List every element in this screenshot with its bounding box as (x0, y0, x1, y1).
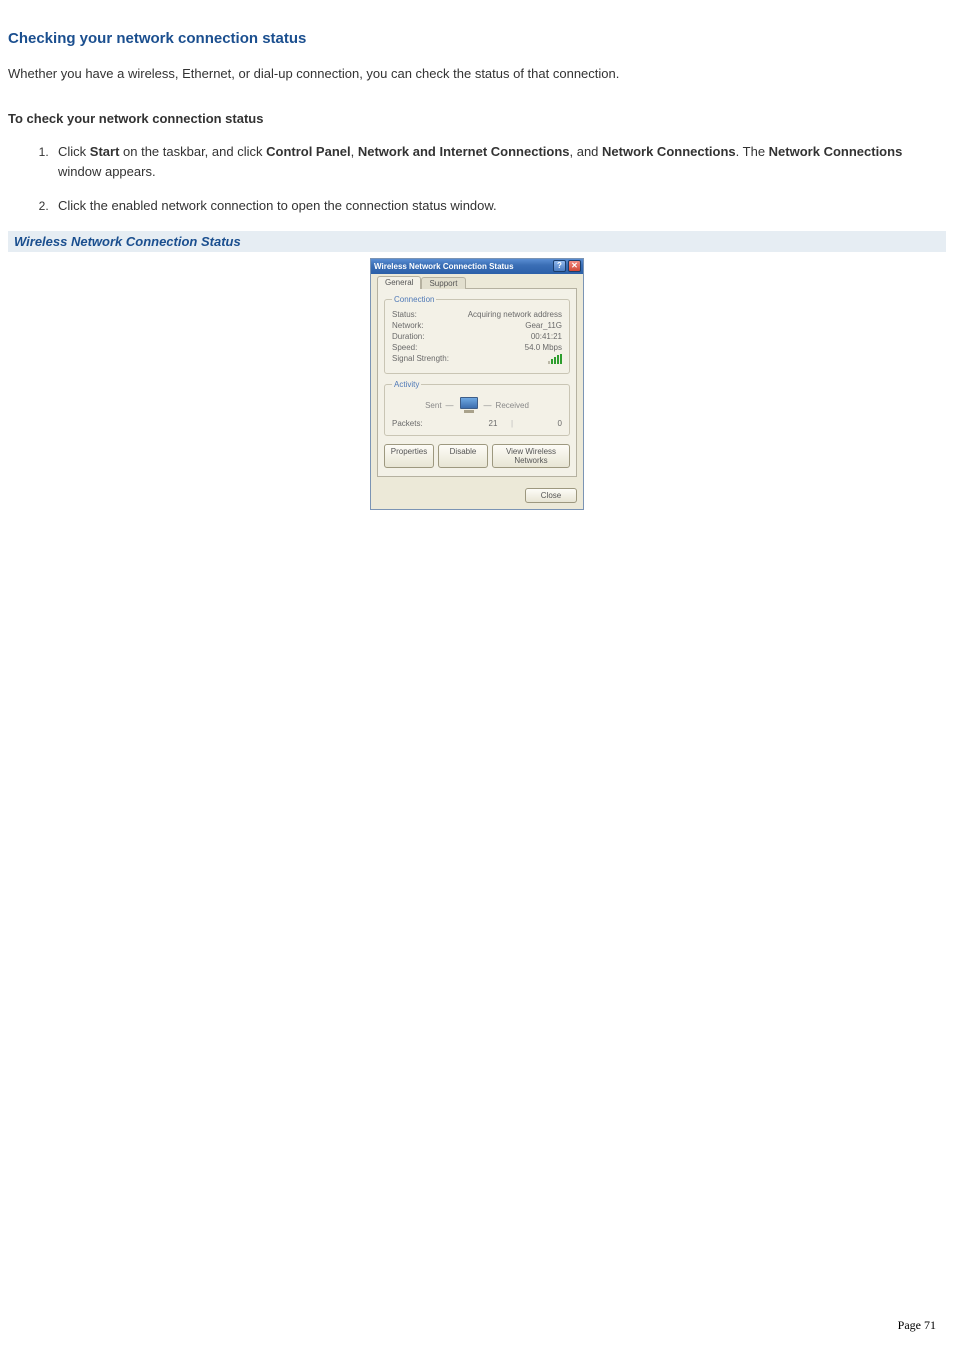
steps-list: Click Start on the taskbar, and click Co… (8, 142, 946, 216)
label-speed: Speed: (392, 343, 417, 352)
page-number: 71 (924, 1318, 936, 1332)
dash-left: — (446, 401, 454, 410)
tab-panel-general: Connection Status: Acquiring network addr… (377, 288, 577, 477)
text: . The (736, 144, 769, 159)
signal-strength-icon (548, 354, 562, 364)
tab-support[interactable]: Support (421, 277, 465, 289)
value-status: Acquiring network address (468, 310, 562, 319)
bold-network-internet: Network and Internet Connections (358, 144, 570, 159)
value-duration: 00:41:21 (531, 332, 562, 341)
page-label: Page (898, 1318, 924, 1332)
tab-general[interactable]: General (377, 276, 421, 289)
procedure-heading: To check your network connection status (8, 111, 946, 126)
status-dialog: Wireless Network Connection Status ? ✕ G… (370, 258, 584, 510)
value-speed: 54.0 Mbps (525, 343, 562, 352)
text: Click the enabled network connection to … (58, 198, 497, 213)
intro-paragraph: Whether you have a wireless, Ethernet, o… (8, 65, 946, 83)
view-networks-button[interactable]: View Wireless Networks (492, 444, 570, 468)
text: , and (570, 144, 603, 159)
monitor-icon (458, 397, 480, 415)
group-connection: Connection Status: Acquiring network addr… (384, 295, 570, 374)
label-network: Network: (392, 321, 424, 330)
text: window appears. (58, 164, 156, 179)
value-network: Gear_11G (525, 321, 562, 330)
dash-right: — (484, 401, 492, 410)
group-activity: Activity Sent — — Received Packets: 21 | (384, 380, 570, 436)
section-heading: Checking your network connection status (8, 30, 946, 47)
text: , (351, 144, 358, 159)
page-footer: Page 71 (898, 1318, 936, 1333)
value-packets-sent: 21 (478, 419, 508, 428)
label-duration: Duration: (392, 332, 424, 341)
properties-button[interactable]: Properties (384, 444, 434, 468)
separator: | (508, 419, 516, 428)
bold-network-connections: Network Connections (602, 144, 736, 159)
bold-network-connections-2: Network Connections (769, 144, 903, 159)
value-packets-received: 0 (516, 419, 562, 428)
close-icon[interactable]: ✕ (568, 260, 581, 272)
label-received: Received (496, 401, 529, 410)
dialog-title: Wireless Network Connection Status (374, 262, 551, 271)
label-status: Status: (392, 310, 417, 319)
figure-wrap: Wireless Network Connection Status ? ✕ G… (8, 258, 946, 510)
text: on the taskbar, and click (119, 144, 266, 159)
step-1: Click Start on the taskbar, and click Co… (52, 142, 946, 182)
disable-button[interactable]: Disable (438, 444, 488, 468)
text: Click (58, 144, 90, 159)
figure-caption: Wireless Network Connection Status (8, 231, 946, 252)
label-signal: Signal Strength: (392, 354, 449, 364)
bold-control-panel: Control Panel (266, 144, 351, 159)
bold-start: Start (90, 144, 120, 159)
legend-activity: Activity (392, 380, 421, 389)
label-packets: Packets: (392, 419, 478, 428)
legend-connection: Connection (392, 295, 436, 304)
close-button[interactable]: Close (525, 488, 577, 503)
label-sent: Sent (425, 401, 441, 410)
dialog-titlebar: Wireless Network Connection Status ? ✕ (371, 259, 583, 274)
help-icon[interactable]: ? (553, 260, 566, 272)
step-2: Click the enabled network connection to … (52, 196, 946, 216)
